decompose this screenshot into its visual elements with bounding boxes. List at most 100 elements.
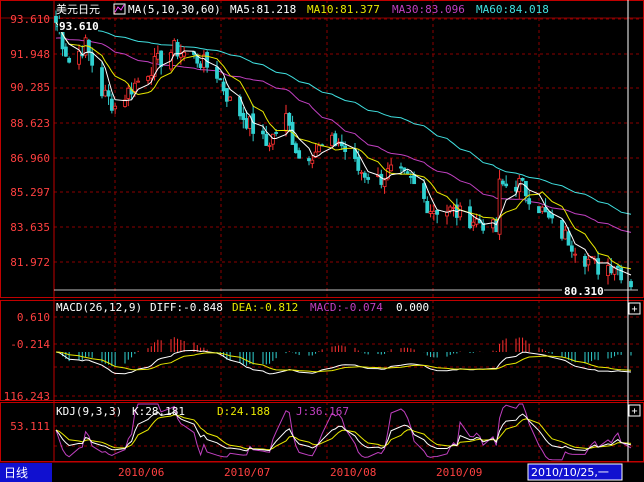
diff-polyline: [55, 349, 632, 375]
candle-body: [537, 206, 541, 214]
candle-body: [422, 183, 426, 199]
ma-params: MA(5,10,30,60): [128, 3, 221, 16]
price-tick: 83.635: [10, 221, 50, 234]
ma10-value: MA10:81.377: [307, 3, 380, 16]
price-tick: 86.960: [10, 152, 50, 165]
price-tick: 85.297: [10, 186, 50, 199]
candle-body: [264, 133, 269, 146]
date-tick: 2010/06: [118, 466, 164, 479]
candle-body: [408, 176, 413, 178]
macd-tick: -0.214: [10, 338, 50, 351]
candle-body: [77, 50, 81, 65]
forex-chart[interactable]: 美元日元 MA(5,10,30,60) MA5:81.218 MA10:81.3…: [0, 0, 644, 482]
macd-extra: 0.000: [396, 301, 429, 314]
price-tick: 91.948: [10, 48, 50, 61]
price-tick: 90.285: [10, 81, 50, 94]
kdj-d: D:24.188: [217, 405, 270, 418]
candle-body: [451, 207, 456, 209]
candle-body: [63, 46, 68, 57]
candle-body: [228, 96, 233, 101]
candle-body: [356, 156, 361, 171]
candle-body: [609, 265, 614, 274]
candle-body: [362, 172, 367, 178]
candle-body: [359, 171, 364, 174]
candle-body: [54, 15, 58, 23]
candle-body: [540, 206, 545, 212]
candle-body: [159, 50, 164, 67]
candle-body: [103, 89, 108, 97]
candle-body: [629, 281, 633, 288]
candle-body: [586, 258, 591, 266]
candle-body: [267, 145, 272, 147]
candle-body: [573, 253, 578, 256]
candle-body: [316, 145, 321, 153]
candle-body: [435, 209, 440, 215]
candle-body: [504, 183, 509, 187]
candle-body: [474, 218, 479, 225]
candle-body: [100, 67, 104, 97]
kdj-tick: 116.243: [4, 390, 50, 403]
candle-body: [405, 171, 410, 174]
candle-body: [261, 130, 265, 135]
candle-body: [274, 132, 279, 134]
price-tick: 81.972: [10, 256, 50, 269]
plus-icon: +: [631, 304, 637, 315]
candle-body: [366, 177, 371, 180]
candle-body: [399, 166, 403, 169]
ma-line-icon: [114, 4, 125, 13]
candle-body: [67, 57, 72, 63]
macd-dea: DEA:-0.812: [232, 301, 298, 314]
candle-body: [428, 211, 433, 214]
ma30-polyline: [55, 37, 632, 233]
candle-body: [520, 178, 525, 181]
candle-body: [155, 52, 160, 60]
candle-body: [389, 164, 394, 172]
kdj-k: K:28.181: [132, 405, 185, 418]
candle-body: [106, 90, 111, 97]
kdj-j: J:36.167: [296, 405, 349, 418]
candle-body: [146, 76, 150, 81]
candle-body: [310, 159, 315, 164]
macd-diff: DIFF:-0.848: [150, 301, 223, 314]
ma5-value: MA5:81.218: [230, 3, 296, 16]
low-price-label: 80.310: [564, 285, 604, 298]
ma30-value: MA30:83.096: [392, 3, 465, 16]
candle-body: [497, 178, 502, 235]
panel-frame: [0, 0, 644, 298]
price-tick: 88.623: [10, 117, 50, 130]
candle-body: [113, 105, 118, 110]
candle-body: [606, 264, 610, 276]
plus-icon: +: [631, 406, 637, 417]
candle-body: [523, 180, 528, 197]
candle-body: [284, 113, 288, 132]
candle-body: [431, 210, 436, 214]
cursor-date: 2010/10/25,一: [531, 466, 609, 479]
candlesticks: [54, 10, 633, 290]
candle-body: [244, 118, 249, 129]
macd-params: MACD(26,12,9): [56, 301, 142, 314]
candle-body: [619, 267, 624, 281]
candle-body: [132, 82, 137, 92]
candle-body: [382, 179, 387, 188]
candle-body: [126, 87, 131, 99]
candle-body: [136, 80, 141, 83]
candle-body: [215, 66, 219, 79]
candle-body: [425, 200, 430, 214]
grid-lines: [54, 0, 640, 462]
instrument-title: 美元日元: [56, 3, 100, 16]
candle-body: [458, 205, 463, 218]
ma30-line: [55, 37, 632, 233]
candle-body: [90, 52, 95, 66]
candle-body: [527, 198, 532, 205]
ma60-value: MA60:84.018: [476, 3, 549, 16]
candle-body: [109, 98, 114, 111]
price-tick: 93.610: [10, 13, 50, 26]
candle-body: [218, 78, 223, 81]
candle-body: [251, 113, 256, 134]
period-label: 日线: [4, 466, 28, 480]
macd-histogram: [58, 337, 632, 367]
candle-body: [560, 219, 564, 239]
candle-body: [221, 81, 226, 92]
macd-tick: 0.610: [17, 311, 50, 324]
candle-body: [471, 221, 476, 227]
